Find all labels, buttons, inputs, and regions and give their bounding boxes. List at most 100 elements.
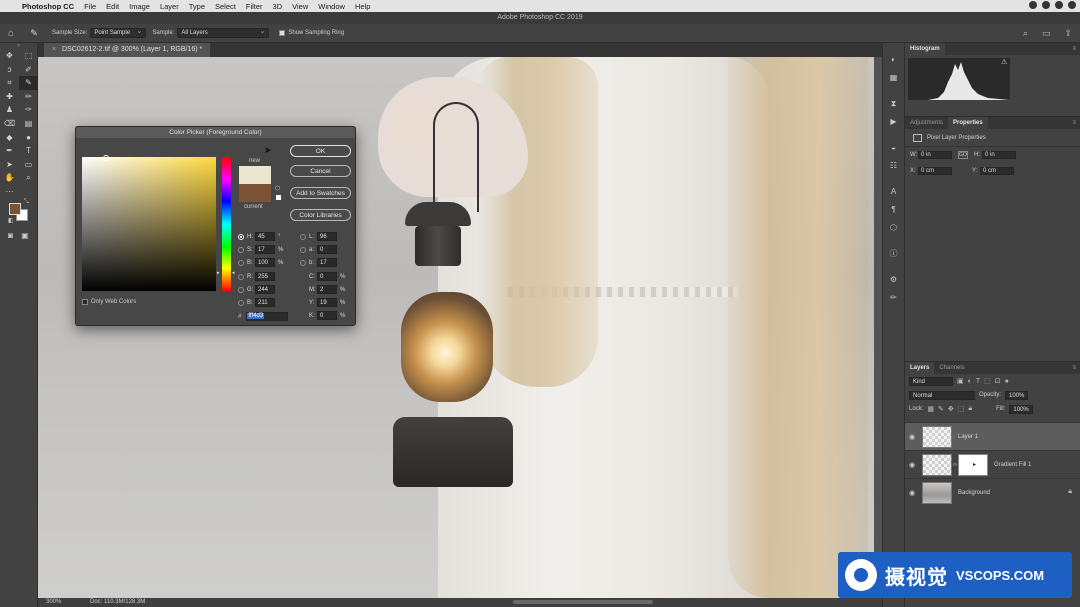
- menu-type[interactable]: Type: [189, 2, 205, 11]
- panel-menu-icon[interactable]: ≡: [1072, 43, 1080, 55]
- layer-row-gradient-fill[interactable]: ◉ ∞ Gradient Fill 1: [905, 450, 1080, 478]
- yellow-input[interactable]: 19: [317, 298, 337, 307]
- crop-tool-icon[interactable]: ⌗: [0, 76, 19, 90]
- menu-help[interactable]: Help: [355, 2, 370, 11]
- eyedropper-tool-icon[interactable]: ✎: [22, 28, 46, 39]
- gradient-tool-icon[interactable]: ▤: [19, 117, 38, 131]
- brush-tool-icon[interactable]: ✏: [19, 90, 38, 104]
- layer-name[interactable]: Layer 1: [958, 434, 978, 440]
- lab-a-radio[interactable]: [300, 246, 306, 253]
- opacity-input[interactable]: 100%: [1005, 390, 1029, 400]
- lock-transparent-icon[interactable]: ▦: [927, 405, 934, 413]
- width-field[interactable]: 0 in: [918, 151, 952, 159]
- color-field[interactable]: [82, 155, 216, 291]
- close-tab-icon[interactable]: ×: [52, 46, 56, 53]
- lab-b-input[interactable]: 17: [317, 258, 337, 267]
- filter-pixel-icon[interactable]: ▣: [957, 377, 964, 385]
- hue-slider[interactable]: [222, 157, 231, 291]
- history-brush-icon[interactable]: ✑: [19, 103, 38, 117]
- eye-icon[interactable]: ◉: [905, 433, 919, 441]
- hand-tool-icon[interactable]: ✋: [0, 171, 19, 185]
- green-input[interactable]: 244: [255, 285, 275, 294]
- lock-artboard-icon[interactable]: ⬚: [958, 405, 965, 413]
- swap-colors-icon[interactable]: ⤡: [24, 199, 29, 206]
- swatches-panel-icon[interactable]: ▦: [883, 69, 904, 87]
- hue-slider-right-arrow[interactable]: ◂: [232, 270, 235, 276]
- panel-menu-icon[interactable]: ≡: [1072, 117, 1080, 129]
- filter-kind-select[interactable]: Kind: [909, 376, 953, 386]
- warning-icon[interactable]: ⚠: [1001, 58, 1007, 66]
- filter-adjust-icon[interactable]: ◐: [968, 378, 972, 385]
- hex-input[interactable]: fff4d3: [246, 312, 289, 321]
- tab-properties[interactable]: Properties: [948, 117, 988, 129]
- marquee-tool-icon[interactable]: ⬚: [19, 49, 38, 63]
- out-of-gamut-icon[interactable]: ⬡: [275, 185, 280, 192]
- cancel-button[interactable]: Cancel: [290, 165, 351, 177]
- sample-size-select[interactable]: Point Sample: [90, 27, 147, 38]
- eyedropper-tool-icon[interactable]: ✎: [19, 76, 38, 90]
- user-icon[interactable]: [1042, 1, 1050, 9]
- brightness-radio[interactable]: [238, 259, 244, 266]
- saturation-radio[interactable]: [238, 246, 244, 253]
- stamp-tool-icon[interactable]: ♟: [0, 103, 19, 117]
- color-libraries-button[interactable]: Color Libraries: [290, 209, 351, 221]
- lab-a-input[interactable]: 0: [317, 245, 337, 254]
- layer-name[interactable]: Background: [958, 490, 990, 496]
- info-panel-icon[interactable]: ⓘ: [883, 245, 904, 263]
- 3d-panel-icon[interactable]: ⬡: [883, 219, 904, 237]
- lab-l-input[interactable]: 96: [317, 232, 337, 241]
- brightness-input[interactable]: 100: [255, 258, 275, 267]
- layer-row-background[interactable]: ◉ Background 🔒︎: [905, 478, 1080, 506]
- dodge-tool-icon[interactable]: ●: [19, 131, 38, 145]
- home-icon[interactable]: ⌂: [0, 28, 22, 39]
- pen-tool-icon[interactable]: ✒: [0, 144, 19, 158]
- show-sampling-ring-checkbox[interactable]: [279, 30, 286, 36]
- filter-toggle-icon[interactable]: ●: [1005, 378, 1009, 385]
- cyan-input[interactable]: 0: [317, 272, 337, 281]
- hue-input[interactable]: 45: [255, 232, 275, 241]
- path-select-tool-icon[interactable]: ➤: [0, 158, 19, 172]
- menu-edit[interactable]: Edit: [106, 2, 119, 11]
- lock-pixels-icon[interactable]: ✎: [938, 405, 944, 413]
- tab-layers[interactable]: Layers: [905, 362, 935, 374]
- brushes-panel-icon[interactable]: ✏: [883, 289, 904, 307]
- layer-mask-thumbnail[interactable]: [958, 453, 988, 476]
- blur-tool-icon[interactable]: ◆: [0, 131, 19, 145]
- panel-menu-icon[interactable]: ≡: [1072, 362, 1080, 374]
- document-tab[interactable]: × DSC02612-2.tif @ 300% (Layer 1, RGB/16…: [44, 43, 211, 57]
- add-to-swatches-button[interactable]: Add to Swatches: [290, 187, 351, 199]
- layer-row-layer-1[interactable]: ◉ Layer 1: [905, 422, 1080, 450]
- filter-type-icon[interactable]: T: [976, 378, 980, 385]
- healing-tool-icon[interactable]: ✚: [0, 90, 19, 104]
- red-input[interactable]: 255: [255, 272, 275, 281]
- edit-toolbar-icon[interactable]: ⋯: [0, 185, 19, 199]
- menu-extra-icon[interactable]: [1068, 1, 1076, 9]
- layer-thumbnail[interactable]: [922, 425, 952, 448]
- dialog-title[interactable]: Color Picker (Foreground Color): [76, 127, 355, 138]
- layer-thumbnail[interactable]: [922, 453, 952, 476]
- horizontal-scrollbar[interactable]: [513, 600, 653, 604]
- color-panel-icon[interactable]: ◐: [883, 51, 904, 69]
- menu-filter[interactable]: Filter: [246, 2, 263, 11]
- lasso-tool-icon[interactable]: ↄ: [0, 63, 19, 77]
- eye-icon[interactable]: ◉: [905, 489, 919, 497]
- current-color-swatch[interactable]: [239, 184, 271, 202]
- screen-mode-icon[interactable]: ▣: [21, 231, 29, 240]
- blue-radio[interactable]: [238, 299, 244, 306]
- wifi-icon[interactable]: [1055, 1, 1063, 9]
- tab-histogram[interactable]: Histogram: [905, 43, 945, 55]
- menu-window[interactable]: Window: [318, 2, 345, 11]
- layer-thumbnail[interactable]: [922, 481, 952, 504]
- default-colors-icon[interactable]: ◧: [8, 217, 14, 224]
- blend-mode-select[interactable]: Normal: [909, 390, 975, 400]
- foreground-color-swatch[interactable]: [9, 202, 21, 215]
- zoom-tool-icon[interactable]: ⌕: [19, 171, 38, 185]
- eye-icon[interactable]: ◉: [905, 461, 919, 469]
- color-field-picker[interactable]: [103, 155, 109, 161]
- quick-select-tool-icon[interactable]: ✐: [19, 63, 38, 77]
- hue-slider-left-arrow[interactable]: ▸: [217, 270, 220, 276]
- move-tool-icon[interactable]: ✥: [0, 49, 19, 63]
- menu-view[interactable]: View: [292, 2, 308, 11]
- red-radio[interactable]: [238, 273, 244, 280]
- workspace-icon[interactable]: ▭: [1042, 28, 1051, 39]
